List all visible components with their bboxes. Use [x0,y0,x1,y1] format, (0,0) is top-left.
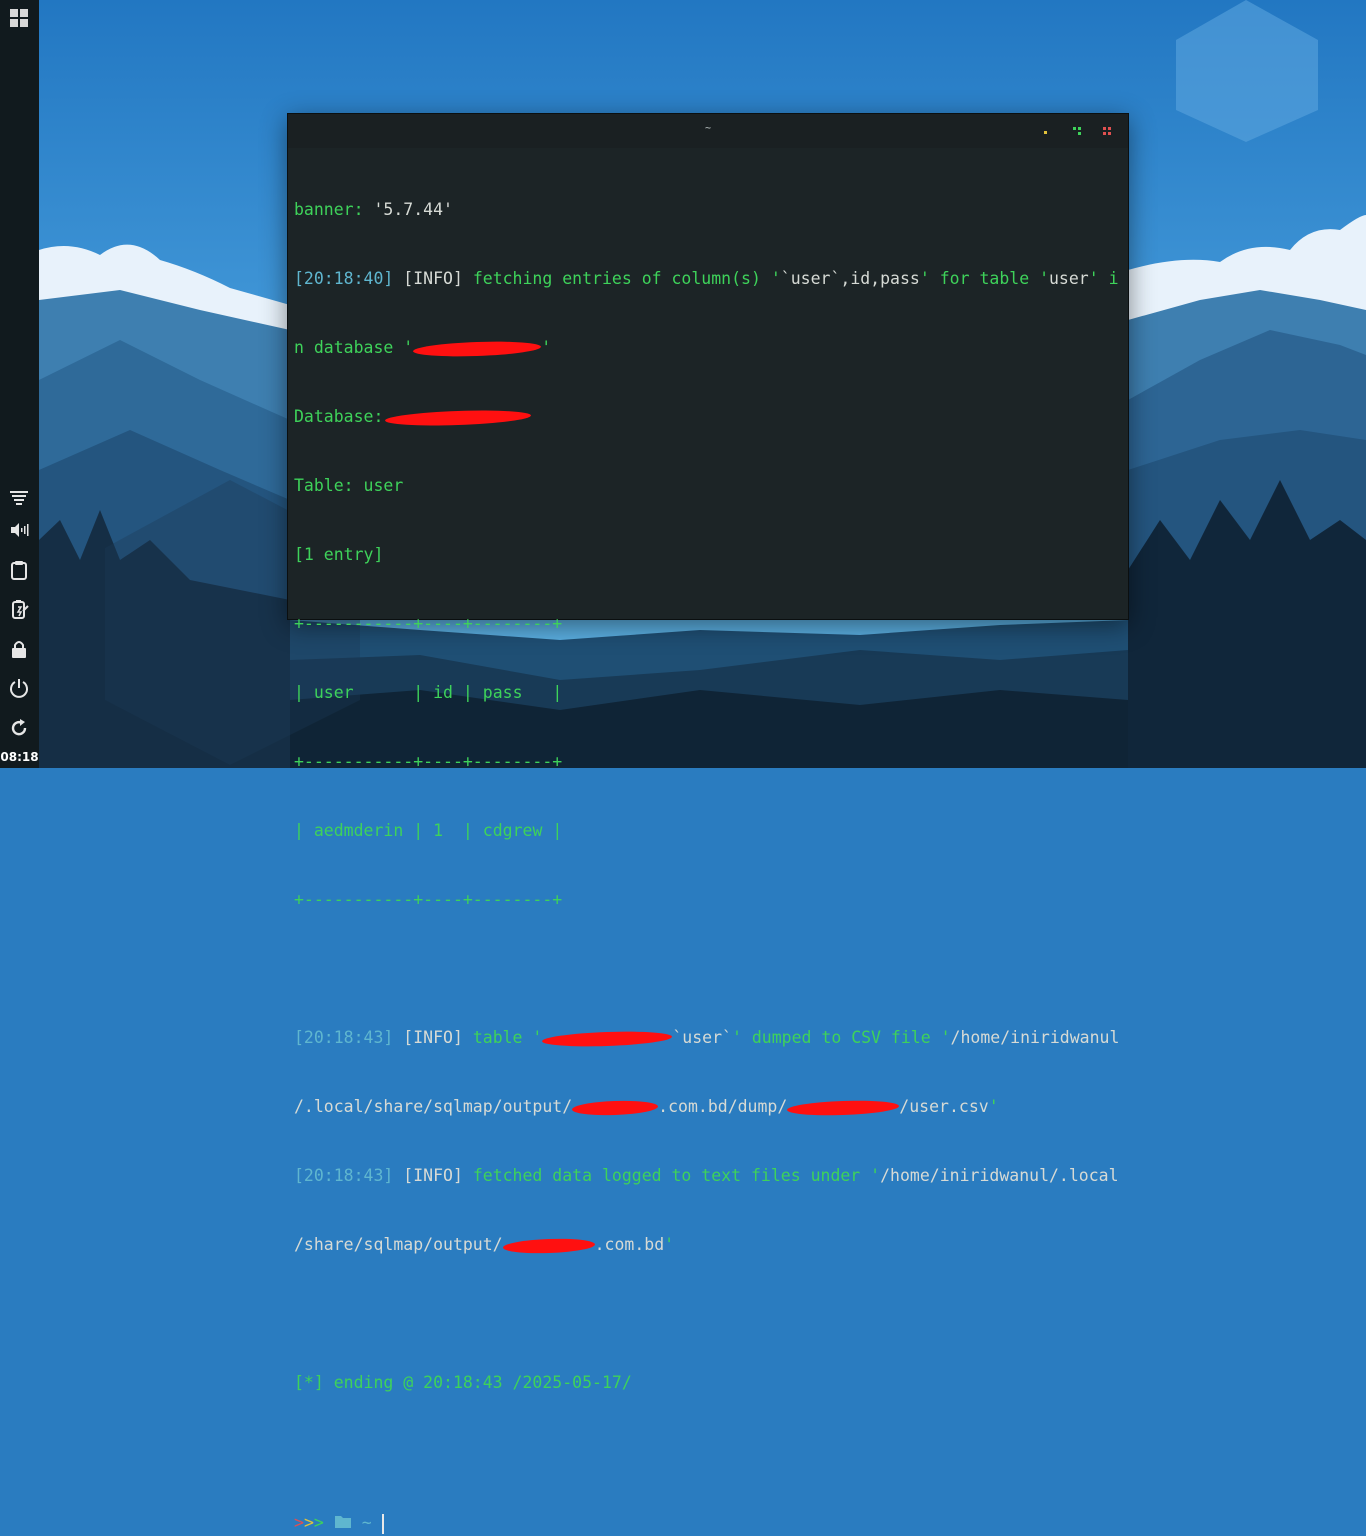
text-cursor [381,1513,384,1534]
apps-grid-icon[interactable] [7,6,31,30]
output-line: [20:18:43] [INFO] table ' `user`' dumped … [294,1028,1120,1048]
output-line: n database ' ' [294,338,552,358]
close-button[interactable] [1102,126,1112,136]
output-line: Table: user [294,476,404,495]
output-line: /share/sqlmap/output/.com.bd' [294,1235,675,1255]
notifications-icon[interactable] [7,486,31,510]
prompt-arrow: > [313,1513,324,1532]
redaction-mark [413,339,542,358]
redaction-mark [502,1236,595,1255]
output-line: [20:18:40] [INFO] fetching entries of co… [294,269,1119,288]
clipboard-icon[interactable] [7,558,31,582]
prompt-arrow: > [294,1513,304,1532]
redaction-mark [571,1099,659,1116]
table-row: | aedmderin | 1 | cdgrew | [294,821,563,840]
prompt-directory: ~ [361,1513,372,1532]
output-line: [*] ending @ 20:18:43 /2025-05-17/ [294,1373,632,1392]
side-panel: 08:18 [0,0,39,768]
terminal-output[interactable]: banner: '5.7.44' [20:18:40] [INFO] fetch… [294,152,1124,1536]
terminal-window[interactable]: ~ banner: '5.7.44' [20:18:40] [INFO] fet… [287,113,1129,1534]
lock-icon[interactable] [7,637,31,661]
table-separator: +-----------+----+--------+ [294,890,563,909]
battery-icon[interactable] [7,597,31,621]
folder-icon [334,1512,352,1535]
output-line: /.local/share/sqlmap/output/.com.bd/dump… [294,1097,999,1117]
output-line: [1 entry] [294,545,384,564]
title-bar[interactable]: ~ [288,114,1128,148]
prompt-arrows: >>> [294,1513,324,1532]
restart-icon[interactable] [7,716,31,740]
volume-icon[interactable] [7,518,31,542]
redaction-mark [787,1098,900,1117]
prompt-arrow: > [303,1513,314,1532]
shell-prompt[interactable]: >>> ~ [294,1511,1124,1534]
redaction-mark [385,407,532,428]
minimize-button[interactable] [1040,126,1050,136]
window-title: ~ [704,123,712,134]
redaction-mark [542,1029,673,1048]
table-header: | user | id | pass | [294,683,563,702]
clock: 08:18 [0,750,39,764]
output-line: [20:18:43] [INFO] fetched data logged to… [294,1166,1119,1185]
power-icon[interactable] [7,676,31,700]
output-line: banner: '5.7.44' [294,200,453,219]
maximize-button[interactable] [1072,126,1082,136]
table-separator: +-----------+----+--------+ [294,614,563,633]
output-line: Database: [294,405,1124,428]
table-separator: +-----------+----+--------+ [294,752,563,771]
